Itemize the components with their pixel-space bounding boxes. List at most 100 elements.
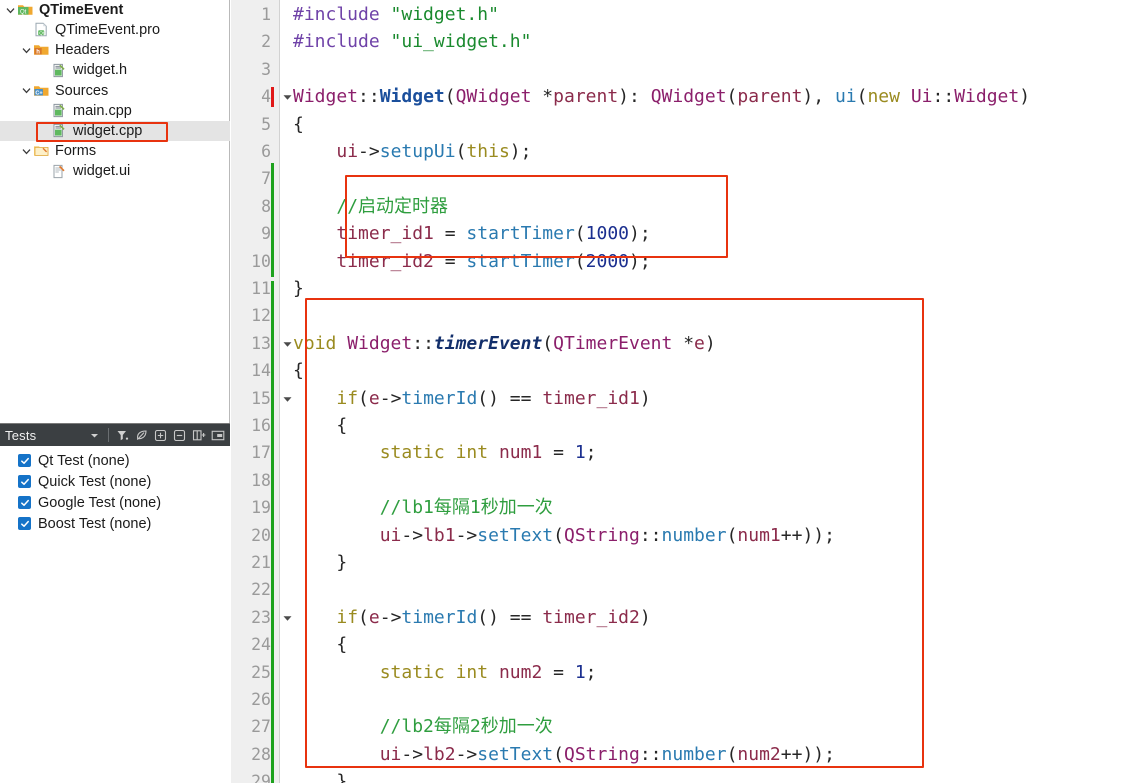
chevron-down-icon[interactable] bbox=[20, 44, 33, 57]
test-item[interactable]: Quick Test (none) bbox=[0, 471, 230, 492]
chevron-down-icon[interactable] bbox=[4, 4, 17, 17]
code-line: ui->setupUi(this); bbox=[336, 141, 532, 162]
tree-item-label: Forms bbox=[55, 143, 97, 160]
code-line: { bbox=[293, 113, 304, 135]
tests-panel-header: Tests bbox=[0, 424, 230, 446]
line-number: 11 bbox=[251, 279, 271, 298]
code-line: } bbox=[293, 278, 304, 299]
line-number: 7 bbox=[261, 169, 271, 189]
svg-text:h: h bbox=[36, 50, 40, 56]
line-number: 6 bbox=[261, 142, 271, 161]
collapse-all-icon[interactable] bbox=[171, 426, 188, 444]
chevron-down-icon[interactable] bbox=[86, 426, 103, 444]
code-editor[interactable]: 1 2 3 4 5 6 7 8 9 10 11 12 13 14 15 16 17 18 19 20 21 22 23 24 2… bbox=[231, 0, 1122, 783]
tests-panel: Tests Qt Test (none) Quick Test (none) G… bbox=[0, 423, 230, 783]
line-number: 20 bbox=[251, 525, 271, 545]
code-line: static int num1 = 1; bbox=[379, 442, 597, 464]
fold-marker-icon[interactable] bbox=[282, 394, 293, 405]
line-number: 25 bbox=[251, 662, 271, 682]
tree-item-label: widget.h bbox=[73, 62, 128, 79]
test-item[interactable]: Google Test (none) bbox=[0, 492, 230, 513]
filter-icon[interactable] bbox=[114, 426, 131, 444]
line-number: 22 bbox=[251, 580, 271, 600]
checkbox-checked-icon[interactable] bbox=[18, 454, 31, 467]
line-number: 4 bbox=[261, 87, 271, 107]
tree-item-forms[interactable]: Forms bbox=[0, 141, 230, 161]
checkbox-checked-icon[interactable] bbox=[18, 475, 31, 488]
line-number: 18 bbox=[251, 470, 271, 490]
checkbox-checked-icon[interactable] bbox=[18, 517, 31, 530]
line-number: 16 bbox=[251, 416, 271, 435]
cpp-file-icon bbox=[51, 103, 69, 119]
code-line: ui->lb2->setText(QString::number(num2++)… bbox=[379, 743, 835, 765]
checkbox-checked-icon[interactable] bbox=[18, 496, 31, 509]
ui-file-icon bbox=[51, 164, 69, 180]
code-content[interactable]: #include "widget.h" #include "ui_widget.h… bbox=[293, 0, 1122, 783]
code-line: { bbox=[293, 360, 304, 382]
change-bar bbox=[271, 281, 274, 783]
code-line: timer_id2 = startTimer(2000); bbox=[336, 250, 651, 272]
test-item[interactable]: Boost Test (none) bbox=[0, 513, 230, 534]
line-number: 8 bbox=[261, 196, 271, 216]
new-split-icon[interactable] bbox=[190, 426, 207, 444]
svg-text:Qt: Qt bbox=[20, 9, 27, 15]
twisty-placeholder bbox=[38, 125, 51, 138]
line-number: 27 bbox=[251, 717, 271, 737]
twisty-placeholder bbox=[38, 165, 51, 178]
tree-item-widget-h[interactable]: widget.h bbox=[0, 61, 230, 81]
expand-all-icon[interactable] bbox=[152, 426, 169, 444]
code-line: timer_id1 = startTimer(1000); bbox=[336, 223, 651, 245]
cursor-line-marker bbox=[271, 87, 274, 107]
line-number: 2 bbox=[261, 32, 271, 52]
twisty-placeholder bbox=[38, 105, 51, 118]
options-icon[interactable] bbox=[209, 426, 226, 444]
line-number: 28 bbox=[251, 744, 271, 764]
tree-item-main-cpp[interactable]: main.cpp bbox=[0, 101, 230, 121]
header-file-icon bbox=[51, 63, 69, 79]
code-line: #include "widget.h" bbox=[293, 4, 499, 25]
chevron-down-icon[interactable] bbox=[20, 145, 33, 158]
tree-item-widget-cpp[interactable]: widget.cpp bbox=[0, 121, 230, 142]
line-number: 9 bbox=[261, 224, 271, 244]
fold-marker-icon[interactable] bbox=[282, 613, 293, 624]
test-item-label: Google Test (none) bbox=[38, 494, 162, 511]
sidebar: Qt QTimeEvent Qt QTimeEvent.pro h Headers widg… bbox=[0, 0, 230, 783]
project-folder-icon: Qt bbox=[17, 2, 35, 18]
twisty-placeholder bbox=[20, 24, 33, 37]
tree-item-qtimeevent-pro[interactable]: Qt QTimeEvent.pro bbox=[0, 20, 230, 40]
code-line: } bbox=[293, 771, 348, 783]
change-bar bbox=[271, 163, 274, 277]
code-line: { bbox=[293, 634, 348, 656]
leaf-icon[interactable] bbox=[133, 426, 150, 444]
line-number: 10 bbox=[251, 251, 271, 271]
line-number: 26 bbox=[251, 690, 271, 709]
line-number: 12 bbox=[251, 306, 271, 326]
tree-item-label: widget.ui bbox=[73, 163, 131, 180]
tree-item-widget-ui[interactable]: widget.ui bbox=[0, 162, 230, 182]
code-line: ui->lb1->setText(QString::number(num1++)… bbox=[379, 524, 835, 546]
headers-folder-icon: h bbox=[33, 42, 51, 58]
svg-text:Qt: Qt bbox=[39, 31, 45, 36]
line-number: 5 bbox=[261, 114, 271, 134]
tree-item-sources[interactable]: C+ Sources bbox=[0, 81, 230, 101]
tests-panel-toolbar[interactable] bbox=[86, 426, 226, 444]
tests-list[interactable]: Qt Test (none) Quick Test (none) Google Te… bbox=[0, 446, 230, 534]
code-line: if(e->timerId() == timer_id2) bbox=[336, 606, 651, 628]
code-line: void Widget::timerEvent(QTimerEvent *e) bbox=[293, 332, 716, 354]
fold-marker-icon[interactable] bbox=[282, 92, 293, 103]
test-item-label: Quick Test (none) bbox=[38, 473, 152, 490]
code-line: Widget::Widget(QWidget *parent): QWidget… bbox=[293, 86, 1031, 108]
fold-marker-icon[interactable] bbox=[282, 339, 293, 350]
tree-item-label: main.cpp bbox=[73, 102, 132, 119]
cpp-file-icon bbox=[51, 123, 69, 139]
editor-gutter[interactable]: 1 2 3 4 5 6 7 8 9 10 11 12 13 14 15 16 17 18 19 20 21 22 23 24 2… bbox=[231, 0, 279, 783]
project-tree[interactable]: Qt QTimeEvent Qt QTimeEvent.pro h Headers widg… bbox=[0, 0, 230, 182]
chevron-down-icon[interactable] bbox=[20, 84, 33, 97]
tree-item-headers[interactable]: h Headers bbox=[0, 40, 230, 60]
gutter-divider bbox=[279, 0, 280, 783]
code-line: //lb1每隔1秒加一次 bbox=[379, 497, 553, 519]
test-item[interactable]: Qt Test (none) bbox=[0, 450, 230, 471]
tree-item-qtimeevent[interactable]: Qt QTimeEvent bbox=[0, 0, 230, 20]
forms-folder-icon bbox=[33, 143, 51, 159]
code-line: if(e->timerId() == timer_id1) bbox=[336, 387, 651, 409]
